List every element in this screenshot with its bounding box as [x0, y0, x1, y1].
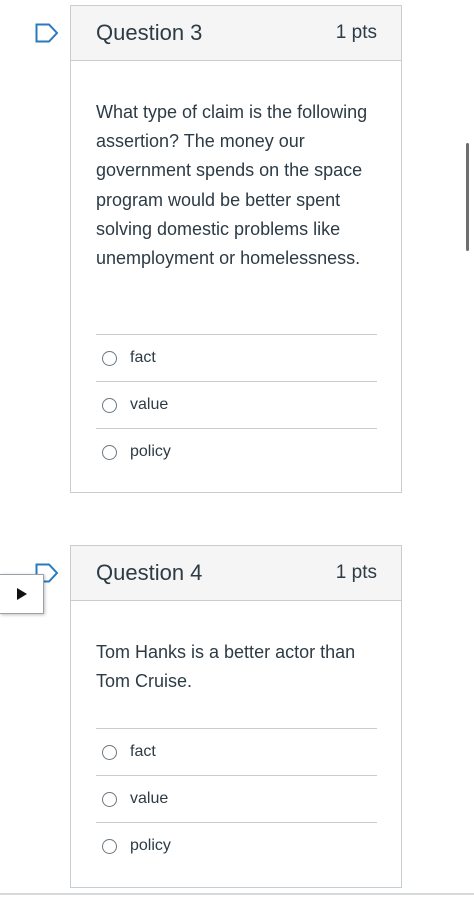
flag-question-3-icon[interactable] [35, 23, 59, 43]
question-4-title: Question 4 [96, 560, 203, 585]
question-4-points: 1 pts [335, 562, 377, 583]
play-triangle-icon [16, 588, 27, 600]
question-4-card: Question 4 1 pts Tom Hanks is a better a… [70, 545, 402, 888]
answer-option-policy[interactable]: policy [96, 428, 377, 475]
radio-icon[interactable] [102, 744, 117, 760]
question-4-text: Tom Hanks is a better actor than Tom Cru… [96, 642, 356, 692]
radio-icon[interactable] [102, 791, 117, 807]
answer-label: fact [130, 349, 156, 366]
question-3-header: Question 3 1 pts [71, 6, 401, 61]
radio-icon[interactable] [102, 444, 117, 460]
radio-icon[interactable] [102, 350, 117, 366]
question-3-points: 1 pts [335, 22, 377, 43]
question-3-card: Question 3 1 pts What type of claim is t… [70, 5, 402, 493]
scrollbar-thumb[interactable] [466, 143, 469, 251]
answer-label: fact [130, 743, 156, 760]
answer-label: value [130, 396, 169, 413]
answer-option-fact[interactable]: fact [96, 728, 377, 775]
answer-label: value [130, 790, 169, 807]
question-3-answers: fact value policy [96, 334, 377, 475]
question-4-answers: fact value policy [96, 728, 377, 869]
radio-icon[interactable] [102, 397, 117, 413]
question-3-text: What type of claim is the following asse… [96, 102, 368, 269]
bottom-divider [0, 893, 474, 895]
answer-option-policy[interactable]: policy [96, 822, 377, 869]
expand-panel-button[interactable] [0, 574, 44, 614]
answer-label: policy [130, 837, 171, 854]
question-3-title: Question 3 [96, 20, 203, 45]
question-4-header: Question 4 1 pts [71, 546, 401, 601]
answer-label: policy [130, 443, 171, 460]
answer-option-value[interactable]: value [96, 775, 377, 822]
answer-option-fact[interactable]: fact [96, 334, 377, 381]
answer-option-value[interactable]: value [96, 381, 377, 428]
radio-icon[interactable] [102, 838, 117, 854]
